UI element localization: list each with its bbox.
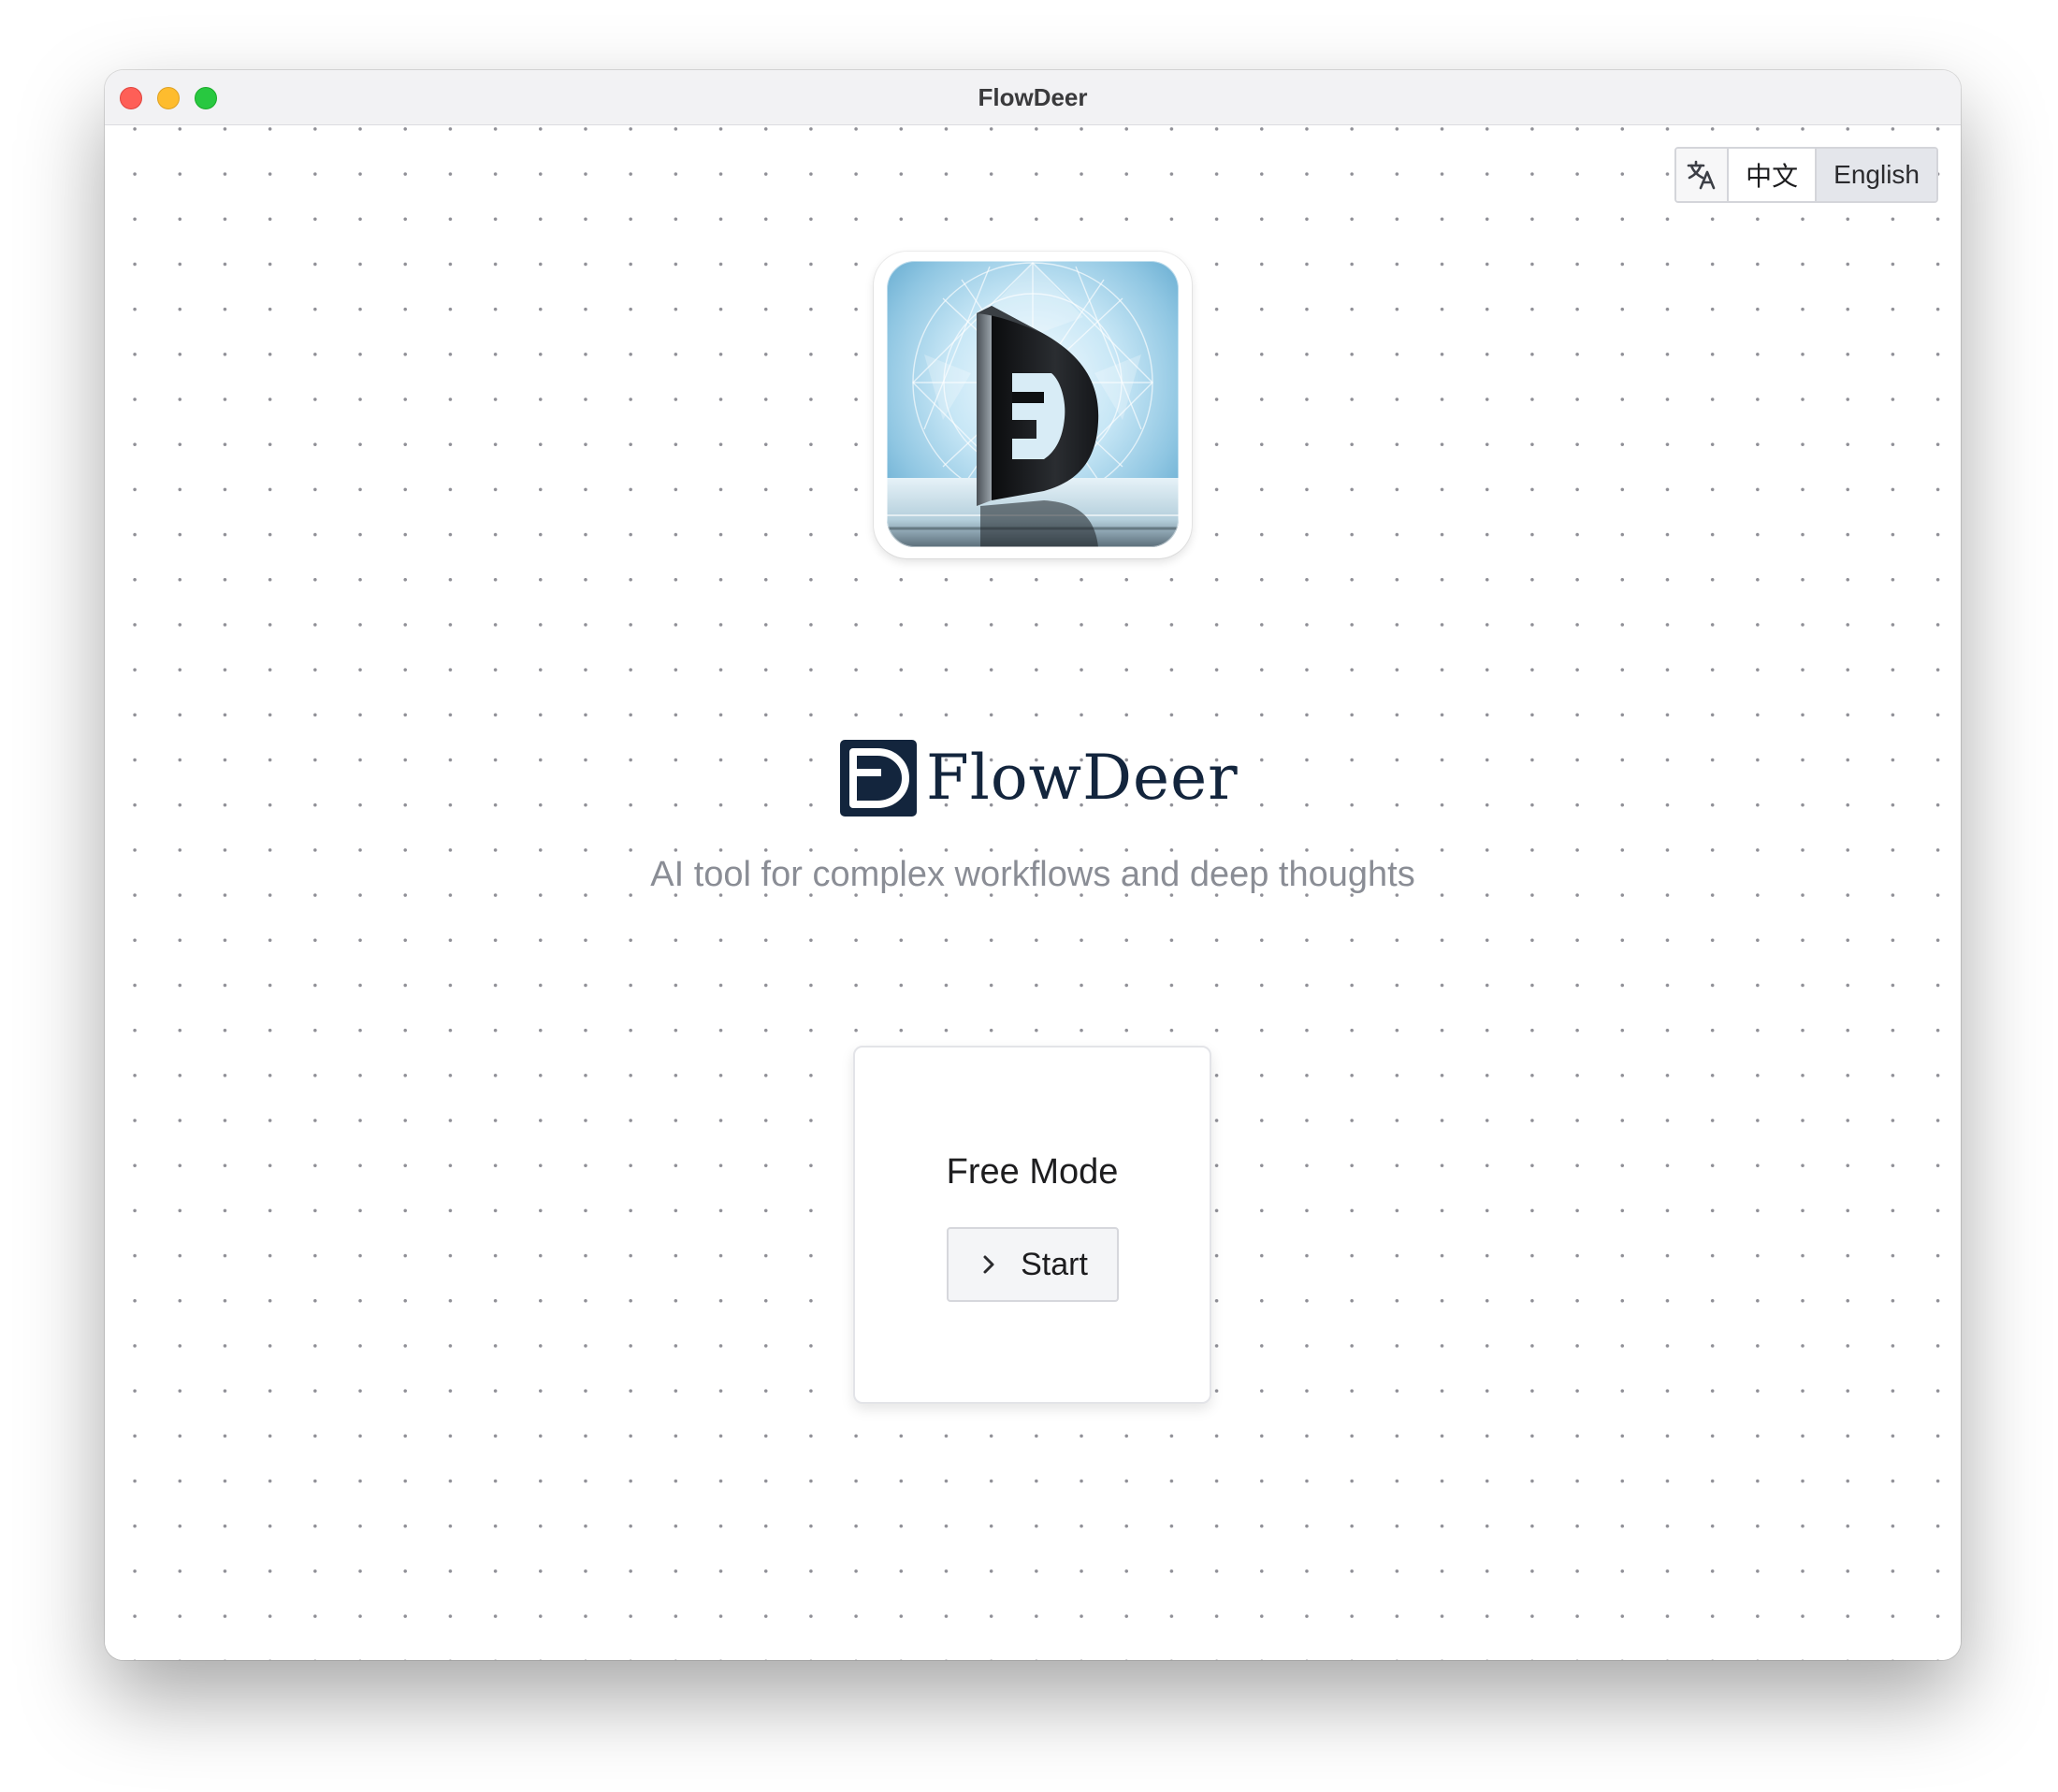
language-switcher: 中文 English xyxy=(1674,147,1938,203)
translate-icon xyxy=(1676,149,1730,201)
tagline: AI tool for complex workflows and deep t… xyxy=(650,855,1415,894)
start-button[interactable]: Start xyxy=(947,1227,1119,1302)
language-option-chinese[interactable]: 中文 xyxy=(1729,149,1818,201)
desktop: FlowDeer 中文 English FlowDeer AI tool for… xyxy=(0,0,2058,1792)
flowdeer-logo-mark xyxy=(840,740,917,817)
title-bar[interactable]: FlowDeer xyxy=(105,70,1961,125)
start-button-label: Start xyxy=(1021,1246,1088,1282)
window-title: FlowDeer xyxy=(978,83,1088,111)
mode-title: Free Mode xyxy=(946,1152,1119,1192)
mode-card-free: Free Mode Start xyxy=(853,1046,1211,1404)
chevron-right-icon xyxy=(983,1255,994,1274)
brand-name: FlowDeer xyxy=(926,742,1239,814)
main-canvas: 中文 English FlowDeer AI tool for complex … xyxy=(105,125,1961,1660)
app-window: FlowDeer 中文 English FlowDeer AI tool for… xyxy=(105,70,1961,1660)
brand-header: FlowDeer xyxy=(840,738,1239,818)
app-icon-frame xyxy=(874,252,1192,558)
flowdeer-app-icon xyxy=(887,261,1179,547)
language-option-english[interactable]: English xyxy=(1817,149,1936,201)
